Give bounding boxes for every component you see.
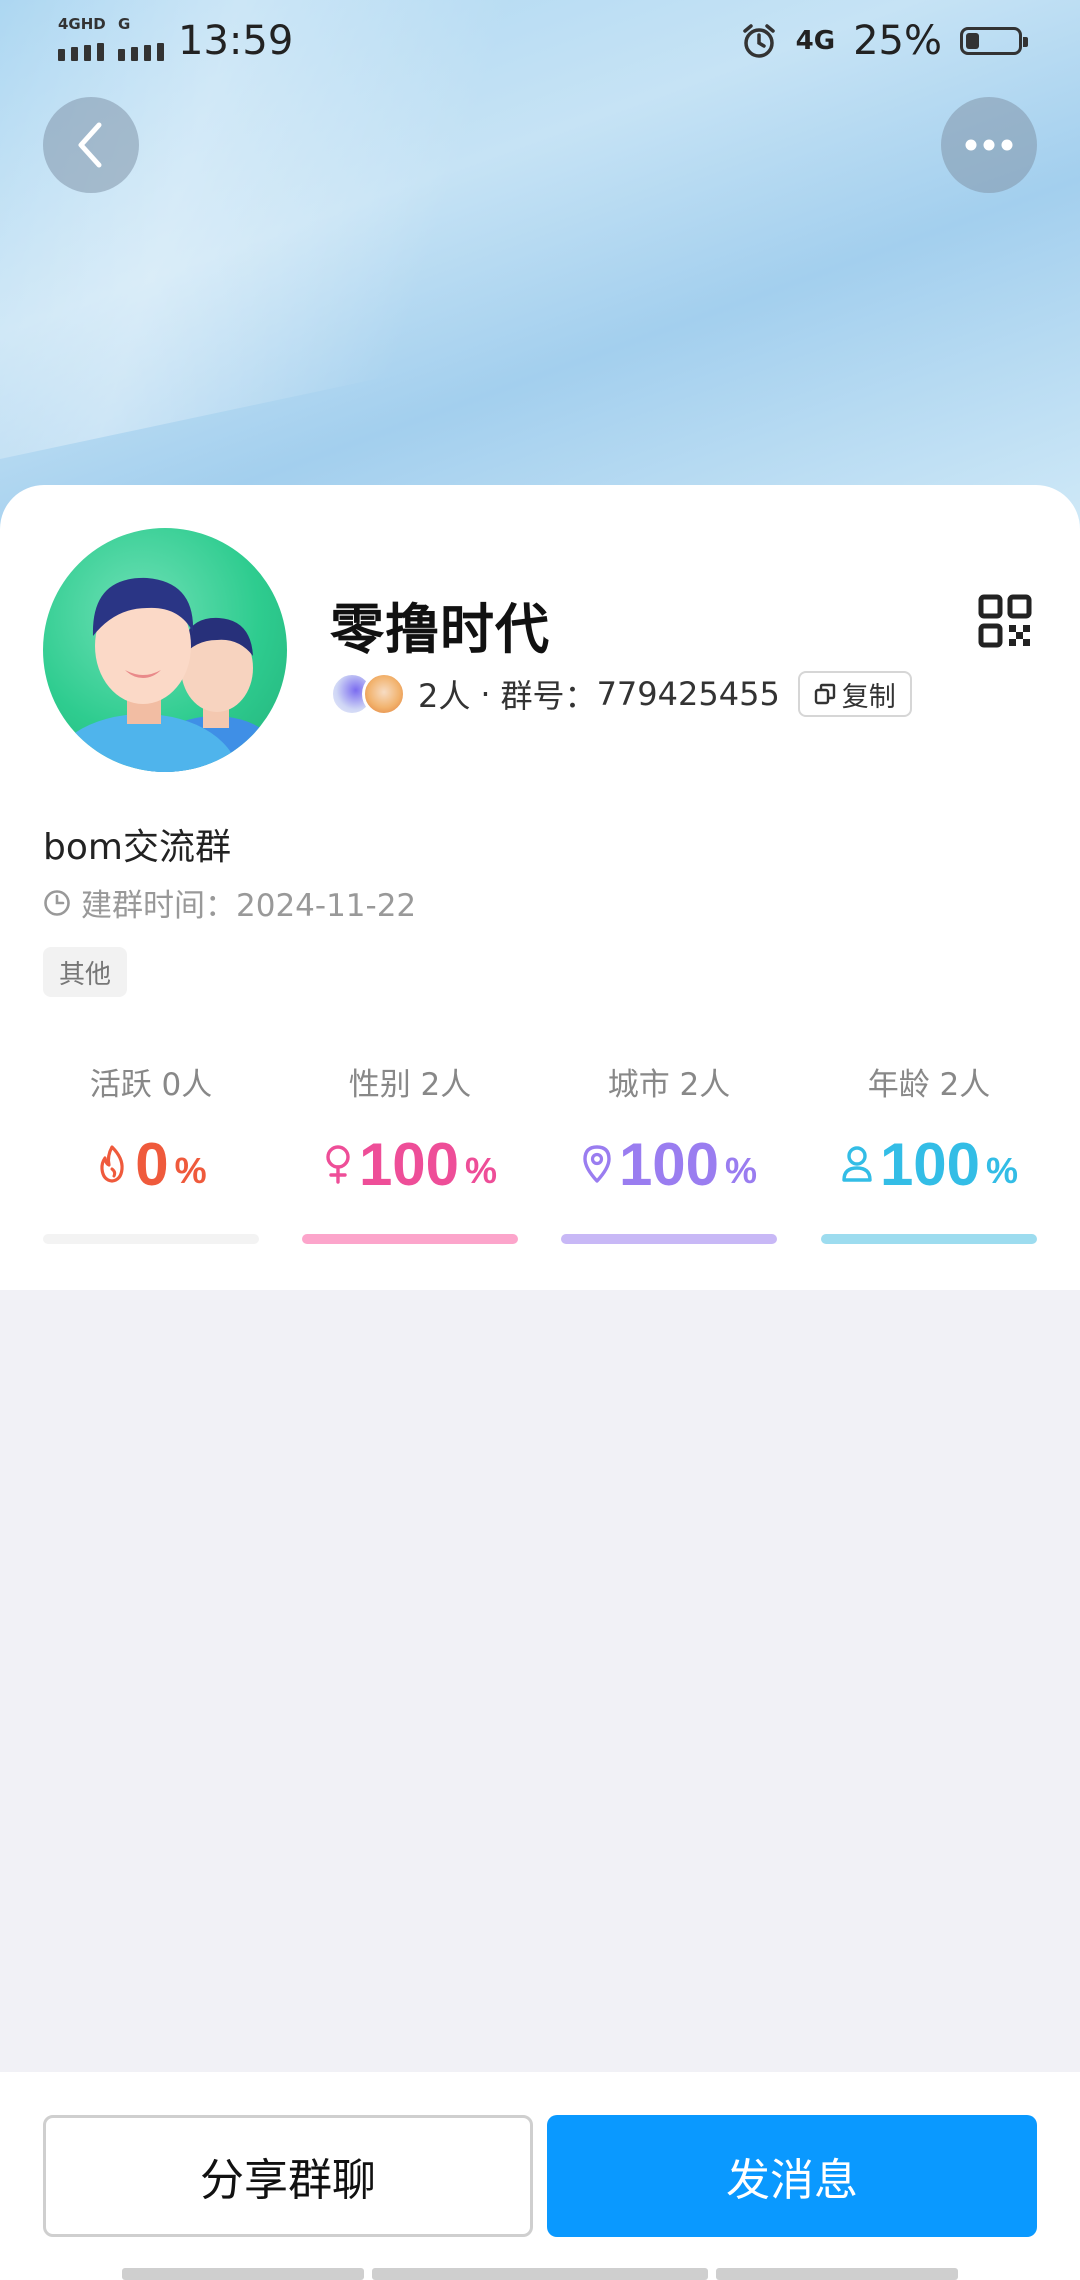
created-label: 建群时间： [81, 888, 236, 924]
copy-icon [814, 683, 835, 705]
chevron-left-icon [78, 122, 102, 168]
battery-level [966, 33, 979, 49]
alarm-icon [742, 24, 775, 58]
status-bar: 4GHD G 13:59 4G 25% [0, 0, 1080, 90]
copy-label: 复制 [841, 681, 896, 713]
group-avatar[interactable] [43, 528, 287, 772]
created-date-row: 建群时间：2024-11-22 [43, 880, 416, 925]
battery-icon [960, 27, 1028, 55]
category-tag[interactable]: 其他 [43, 947, 128, 997]
stat-active[interactable]: 活跃 0人 0 % [43, 1060, 259, 1244]
group-id-label: 群号： [500, 677, 597, 715]
nav-gesture-strip [716, 2268, 958, 2280]
share-group-button[interactable]: 分享群聊 [43, 2115, 533, 2237]
stat-value: 0 [135, 1130, 169, 1198]
more-dots-icon [965, 139, 1013, 151]
battery-percent: 25% [853, 18, 942, 64]
stat-unit: % [465, 1150, 498, 1191]
stat-unit: % [986, 1150, 1019, 1191]
send-message-button[interactable]: 发消息 [547, 2115, 1037, 2237]
stat-bar [43, 1234, 259, 1244]
stat-unit: % [174, 1150, 207, 1191]
created-date: 2024-11-22 [236, 888, 417, 924]
member-count: 2人 [418, 677, 471, 715]
network-type-label: 4GHD [58, 15, 106, 33]
stat-label: 性别 2人 [348, 1067, 472, 1103]
member-avatar [362, 672, 406, 716]
flame-icon [100, 1145, 124, 1183]
stat-value: 100 [618, 1130, 720, 1198]
stat-value: 100 [879, 1130, 981, 1198]
nav-gesture-strip [372, 2268, 708, 2280]
stat-bar [561, 1234, 777, 1244]
more-button[interactable] [941, 97, 1037, 193]
stat-bar [821, 1234, 1037, 1244]
stat-label: 活跃 0人 [89, 1067, 213, 1103]
copy-button[interactable]: 复制 [797, 671, 912, 717]
clock: 13:59 [178, 18, 294, 64]
stat-age[interactable]: 年龄 2人 100 % [821, 1060, 1037, 1244]
back-button[interactable] [43, 97, 139, 193]
person-icon [842, 1146, 872, 1182]
group-id-value: 779425455 [596, 675, 780, 713]
stat-value: 100 [358, 1130, 460, 1198]
stats-section: 活跃 0人 0 % 性别 2人 100 % 城市 2人 100 % 年龄 2人 … [43, 1060, 1037, 1244]
location-pin-icon [583, 1145, 611, 1183]
female-icon [326, 1145, 350, 1184]
network-4g-label: 4G [795, 26, 836, 56]
stat-bar [302, 1234, 518, 1244]
stat-gender[interactable]: 性别 2人 100 % [302, 1060, 518, 1244]
qr-code-button[interactable] [978, 594, 1032, 652]
stat-label: 年龄 2人 [867, 1067, 991, 1103]
stat-city[interactable]: 城市 2人 100 % [561, 1060, 777, 1244]
stat-unit: % [725, 1150, 758, 1191]
qr-code-icon [978, 594, 1032, 648]
stat-label: 城市 2人 [607, 1067, 731, 1103]
group-description: bom交流群 [43, 827, 231, 868]
signal-icon-2: G [118, 15, 164, 61]
meta-separator: · [480, 675, 491, 713]
nav-gesture-strip [122, 2268, 364, 2280]
avatar-illustration [47, 577, 285, 772]
group-name: 零撸时代 [330, 598, 550, 661]
network-type-label-2: G [118, 15, 131, 33]
signal-icon: 4GHD [58, 15, 106, 61]
group-meta-row: 2人 · 群号： 779425455 复制 [330, 668, 912, 720]
clock-icon [44, 889, 70, 916]
